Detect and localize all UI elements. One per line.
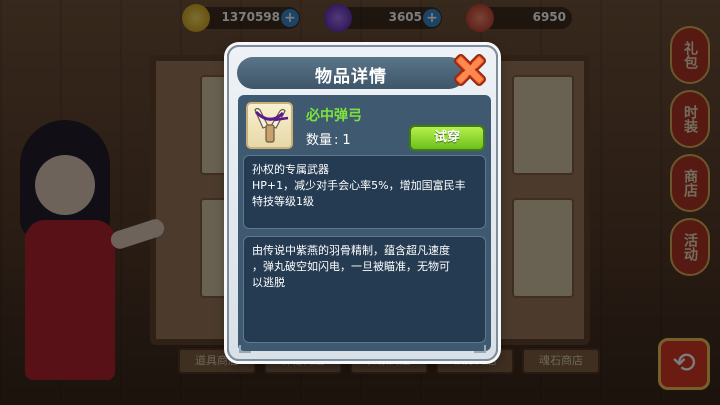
- item-name: 必中弹弓: [306, 108, 362, 124]
- try-on-button[interactable]: 试穿: [409, 125, 485, 151]
- lore-line: 以逃脱: [252, 276, 285, 289]
- stats-line: 孙权的专属武器: [252, 163, 329, 176]
- slingshot-icon: [254, 107, 289, 143]
- dialog-title-bar: 物品详情: [237, 57, 465, 89]
- lore-line: 由传说中紫燕的羽骨精制，蕴含超凡速度: [252, 244, 450, 257]
- item-icon-frame: [246, 102, 293, 149]
- close-icon: [453, 53, 487, 87]
- quantity-value: 1: [342, 133, 351, 148]
- close-button[interactable]: [450, 50, 490, 90]
- dialog-content: 必中弹弓 数量:1 试穿 孙权的专属武器 HP+1，减少对手会心率5%，增加国富…: [238, 95, 491, 351]
- corner-decoration: [239, 345, 251, 353]
- stats-line: HP+1，减少对手会心率5%，增加国富民丰: [252, 179, 466, 192]
- corner-decoration: [474, 345, 486, 353]
- dialog-title: 物品详情: [315, 67, 387, 87]
- item-detail-dialog: 物品详情 必中弹弓 数量:1 试穿 孙权的专属武器 HP+1，减少对手会心率5%…: [227, 45, 498, 361]
- quantity-label: 数量: [306, 133, 333, 148]
- item-stats-box: 孙权的专属武器 HP+1，减少对手会心率5%，增加国富民丰 特技等级1级: [243, 155, 486, 229]
- quantity-row: 数量:1: [306, 133, 351, 148]
- item-lore-box: 由传说中紫燕的羽骨精制，蕴含超凡速度 ，弹丸破空如闪电，一旦被瞄准，无物可 以逃…: [243, 236, 486, 343]
- stats-line: 特技等级1级: [252, 195, 314, 208]
- lore-line: ，弹丸破空如闪电，一旦被瞄准，无物可: [252, 260, 450, 273]
